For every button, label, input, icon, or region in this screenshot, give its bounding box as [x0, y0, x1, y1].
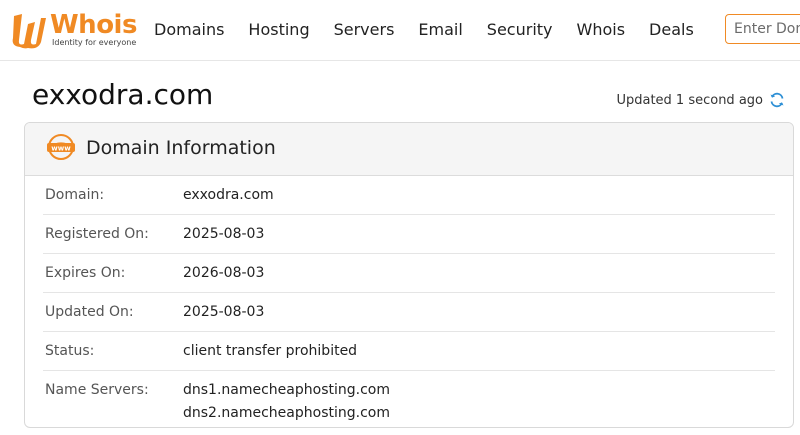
nav-item-security[interactable]: Security: [487, 19, 553, 41]
svg-text:www: www: [51, 145, 71, 153]
logo-tagline: Identity for everyone: [52, 38, 137, 47]
row-value: dns1.namecheaphosting.com dns2.namecheap…: [183, 379, 390, 425]
name-server-1: dns1.namecheaphosting.com: [183, 382, 390, 398]
row-expires-on: Expires On: 2026-08-03: [43, 254, 775, 293]
last-updated: Updated 1 second ago: [616, 92, 785, 108]
refresh-icon[interactable]: [769, 92, 785, 108]
row-label: Updated On:: [45, 304, 134, 320]
page-title: exxodra.com: [32, 78, 214, 111]
row-label: Registered On:: [45, 226, 149, 242]
last-updated-label: Updated 1 second ago: [616, 92, 763, 108]
site-header: Whois Identity for everyone Domains Host…: [0, 0, 800, 61]
main-nav: Domains Hosting Servers Email Security W…: [154, 19, 718, 41]
row-name-servers: Name Servers: dns1.namecheaphosting.com …: [43, 371, 775, 425]
row-label: Domain:: [45, 187, 105, 203]
row-value: 2026-08-03: [183, 265, 265, 281]
card-title: Domain Information: [86, 137, 276, 159]
domain-search-input[interactable]: [725, 14, 800, 44]
row-value: 2025-08-03: [183, 226, 265, 242]
row-value: exxodra.com: [183, 187, 274, 203]
row-updated-on: Updated On: 2025-08-03: [43, 293, 775, 332]
logo-mark-icon: [12, 14, 46, 49]
nav-item-servers[interactable]: Servers: [334, 19, 395, 41]
name-server-2: dns2.namecheaphosting.com: [183, 405, 390, 421]
nav-item-deals[interactable]: Deals: [649, 19, 694, 41]
card-header: www Domain Information: [25, 123, 793, 176]
logo[interactable]: Whois Identity for everyone: [8, 10, 138, 50]
logo-wordmark: Whois: [50, 10, 137, 40]
row-label: Expires On:: [45, 265, 126, 281]
row-registered-on: Registered On: 2025-08-03: [43, 215, 775, 254]
nav-item-domains[interactable]: Domains: [154, 19, 224, 41]
row-value: client transfer prohibited: [183, 343, 358, 359]
row-domain: Domain: exxodra.com: [43, 176, 775, 215]
www-icon: www: [45, 133, 77, 161]
domain-information-card: www Domain Information Domain: exxodra.c…: [24, 122, 794, 428]
row-value: 2025-08-03: [183, 304, 265, 320]
row-label: Name Servers:: [45, 382, 149, 398]
nav-item-whois[interactable]: Whois: [577, 19, 626, 41]
nav-item-email[interactable]: Email: [418, 19, 462, 41]
row-status: Status: client transfer prohibited: [43, 332, 775, 371]
nav-item-hosting[interactable]: Hosting: [248, 19, 309, 41]
info-table: Domain: exxodra.com Registered On: 2025-…: [43, 176, 775, 425]
row-label: Status:: [45, 343, 95, 359]
